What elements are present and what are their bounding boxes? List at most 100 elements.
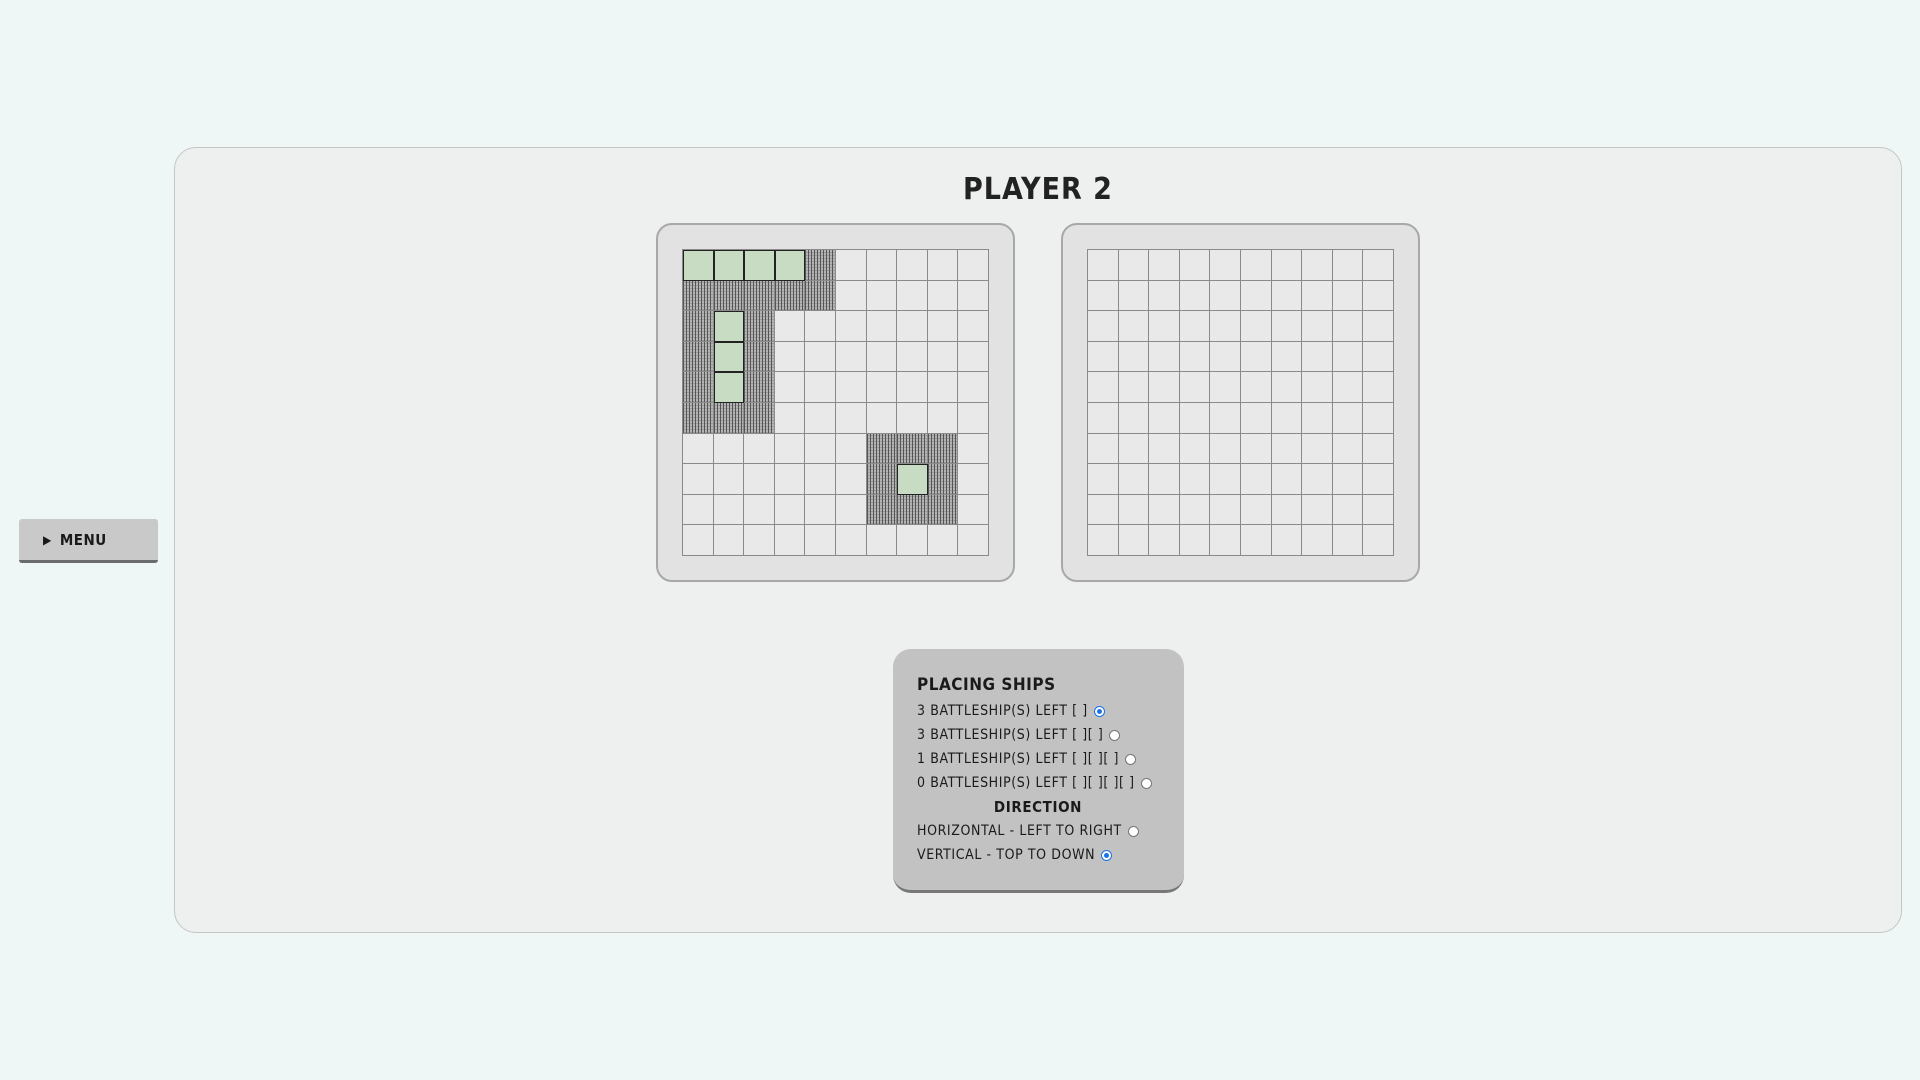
own-board-cell[interactable] (866, 403, 898, 434)
own-board-blocked-cell[interactable] (744, 403, 775, 434)
enemy-board-cell[interactable] (1118, 372, 1150, 403)
own-board-blocked-cell[interactable] (866, 433, 898, 465)
own-board-cell[interactable] (774, 341, 806, 373)
enemy-board-cell[interactable] (1241, 433, 1272, 465)
enemy-board-cell[interactable] (1332, 311, 1364, 342)
direction-option-vertical[interactable]: VERTICAL - TOP TO DOWN (917, 843, 1184, 867)
own-board-cell[interactable] (958, 280, 989, 312)
own-board-cell[interactable] (836, 250, 867, 281)
enemy-board-cell[interactable] (1118, 280, 1150, 312)
enemy-board-cell[interactable] (1210, 494, 1241, 526)
enemy-board-cell[interactable] (1241, 341, 1272, 373)
enemy-board-cell[interactable] (1332, 525, 1364, 556)
own-board-cell[interactable] (836, 494, 867, 526)
own-board-cell[interactable] (836, 464, 867, 495)
own-board-cell[interactable] (774, 311, 806, 342)
own-board-cell[interactable] (744, 525, 775, 556)
enemy-board-cell[interactable] (1210, 372, 1241, 403)
own-board-blocked-cell[interactable] (683, 311, 714, 342)
own-board-cell[interactable] (713, 494, 745, 526)
own-board-cell[interactable] (897, 250, 928, 281)
enemy-board-cell[interactable] (1088, 525, 1119, 556)
enemy-board-cell[interactable] (1241, 250, 1272, 281)
own-board-cell[interactable] (774, 372, 806, 403)
enemy-board-cell[interactable] (1210, 433, 1241, 465)
own-board-cell[interactable] (927, 311, 959, 342)
own-board-cell[interactable] (683, 464, 714, 495)
enemy-board-cell[interactable] (1118, 250, 1150, 281)
own-board-blocked-cell[interactable] (774, 280, 806, 312)
own-board-cell[interactable] (683, 494, 714, 526)
enemy-board-cell[interactable] (1179, 372, 1211, 403)
own-board-blocked-cell[interactable] (744, 372, 775, 403)
enemy-board-cell[interactable] (1302, 464, 1333, 495)
own-board-cell[interactable] (836, 280, 867, 312)
own-board-cell[interactable] (958, 403, 989, 434)
enemy-board-cell[interactable] (1363, 250, 1394, 281)
own-board-cell[interactable] (774, 403, 806, 434)
enemy-board-cell[interactable] (1302, 494, 1333, 526)
own-board-cell[interactable] (713, 464, 745, 495)
enemy-board-cell[interactable] (1241, 311, 1272, 342)
enemy-board-cell[interactable] (1271, 311, 1303, 342)
own-board-cell[interactable] (805, 372, 836, 403)
enemy-board-cell[interactable] (1088, 341, 1119, 373)
enemy-board-cell[interactable] (1241, 280, 1272, 312)
enemy-board-cell[interactable] (1179, 280, 1211, 312)
enemy-board-cell[interactable] (1332, 464, 1364, 495)
own-board-cell[interactable] (805, 464, 836, 495)
own-board-ship-cell[interactable] (744, 250, 775, 281)
enemy-board-cell[interactable] (1332, 341, 1364, 373)
own-board-cell[interactable] (958, 464, 989, 495)
enemy-board-cell[interactable] (1271, 372, 1303, 403)
enemy-board-cell[interactable] (1271, 341, 1303, 373)
own-board-blocked-cell[interactable] (927, 494, 959, 526)
ship-option-size-3[interactable]: 1 BATTLESHIP(S) LEFT [ ][ ][ ] (917, 747, 1184, 771)
own-board-cell[interactable] (866, 280, 898, 312)
enemy-board-cell[interactable] (1088, 464, 1119, 495)
own-board-blocked-cell[interactable] (805, 250, 836, 281)
enemy-board-cell[interactable] (1332, 494, 1364, 526)
own-board-cell[interactable] (897, 311, 928, 342)
enemy-board-cell[interactable] (1149, 311, 1180, 342)
enemy-board-cell[interactable] (1179, 403, 1211, 434)
enemy-board-cell[interactable] (1179, 341, 1211, 373)
own-board-cell[interactable] (744, 494, 775, 526)
enemy-board-cell[interactable] (1241, 403, 1272, 434)
ship-option-radio[interactable] (1093, 705, 1105, 717)
enemy-board-cell[interactable] (1271, 464, 1303, 495)
enemy-board-cell[interactable] (1210, 464, 1241, 495)
enemy-board-cell[interactable] (1179, 464, 1211, 495)
own-board-cell[interactable] (927, 250, 959, 281)
enemy-board-cell[interactable] (1271, 403, 1303, 434)
enemy-board-cell[interactable] (1302, 250, 1333, 281)
enemy-board-cell[interactable] (1088, 403, 1119, 434)
enemy-board-cell[interactable] (1271, 433, 1303, 465)
enemy-board-cell[interactable] (1332, 433, 1364, 465)
own-board-cell[interactable] (805, 403, 836, 434)
ship-option-size-1[interactable]: 3 BATTLESHIP(S) LEFT [ ] (917, 699, 1184, 723)
own-board-cell[interactable] (927, 403, 959, 434)
own-board-cell[interactable] (744, 433, 775, 465)
own-board-cell[interactable] (836, 341, 867, 373)
own-board-cell[interactable] (805, 494, 836, 526)
enemy-board-cell[interactable] (1179, 311, 1211, 342)
own-board-cell[interactable] (958, 372, 989, 403)
enemy-board-cell[interactable] (1363, 311, 1394, 342)
own-board-ship-cell[interactable] (713, 372, 745, 403)
own-board-cell[interactable] (927, 525, 959, 556)
enemy-board-cell[interactable] (1302, 433, 1333, 465)
enemy-board-cell[interactable] (1271, 280, 1303, 312)
own-board-blocked-cell[interactable] (866, 494, 898, 526)
enemy-board-cell[interactable] (1363, 433, 1394, 465)
enemy-board-cell[interactable] (1149, 372, 1180, 403)
enemy-board-cell[interactable] (1302, 403, 1333, 434)
own-board-cell[interactable] (836, 433, 867, 465)
enemy-board-cell[interactable] (1088, 280, 1119, 312)
enemy-board-cell[interactable] (1271, 250, 1303, 281)
own-board-ship-cell[interactable] (897, 464, 928, 495)
own-board-cell[interactable] (897, 372, 928, 403)
own-board-blocked-cell[interactable] (713, 280, 745, 312)
own-board-blocked-cell[interactable] (683, 372, 714, 403)
own-board-cell[interactable] (805, 311, 836, 342)
